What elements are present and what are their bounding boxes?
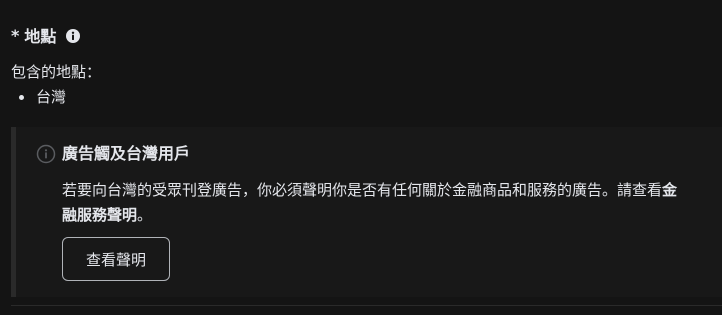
list-item: 台灣 — [19, 86, 66, 108]
divider — [11, 305, 722, 306]
notice-body-end: 。 — [137, 206, 153, 224]
location-name: 台灣 — [36, 88, 67, 106]
location-title: 地點 — [24, 27, 57, 46]
financial-services-notice: 廣告觸及台灣用戶 若要向台灣的受眾刊登廣告，你必須聲明你是否有任何關於金融商品和… — [11, 127, 722, 297]
view-declaration-button[interactable]: 查看聲明 — [62, 237, 170, 281]
required-marker: * — [11, 25, 20, 45]
notice-body-text: 若要向台灣的受眾刊登廣告，你必須聲明你是否有任何關於金融商品和服務的廣告。請查看 — [62, 181, 663, 199]
location-list: 台灣 — [19, 86, 66, 108]
location-settings: * 地點 包含的地點： 台灣 廣告觸及台灣用戶 若要向台灣的受眾刊登廣告，你必須… — [0, 0, 722, 315]
info-outline-icon — [36, 144, 56, 164]
bullet — [19, 94, 24, 100]
info-icon[interactable] — [66, 28, 81, 43]
location-heading: * 地點 — [11, 24, 81, 46]
notice-body: 若要向台灣的受眾刊登廣告，你必須聲明你是否有任何關於金融商品和服務的廣告。請查看… — [62, 178, 692, 228]
notice-title: 廣告觸及台灣用戶 — [62, 144, 191, 163]
included-locations-label: 包含的地點： — [11, 63, 102, 81]
